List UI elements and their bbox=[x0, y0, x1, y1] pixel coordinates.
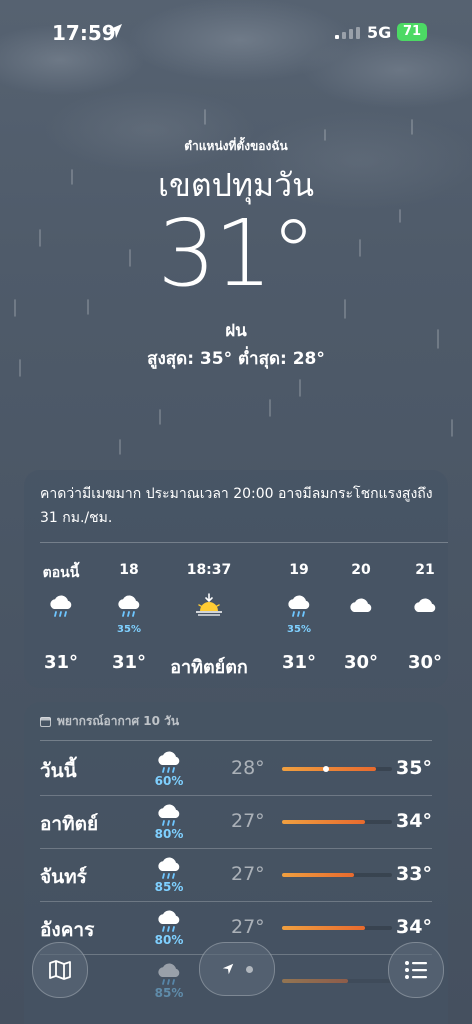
location-arrow-icon bbox=[222, 963, 233, 975]
hourly-time: 21 bbox=[415, 562, 435, 578]
hourly-item[interactable]: 20 30° bbox=[326, 562, 396, 673]
day-low-temp: 28° bbox=[231, 757, 265, 779]
page-indicator[interactable] bbox=[199, 942, 275, 996]
map-button[interactable] bbox=[32, 942, 88, 998]
list-icon bbox=[405, 961, 427, 979]
day-low-temp: 27° bbox=[231, 863, 265, 885]
hourly-precip bbox=[326, 624, 396, 636]
hourly-icon-wrap bbox=[390, 590, 460, 624]
day-precip: 60% bbox=[154, 774, 184, 788]
day-icon-wrap bbox=[152, 958, 186, 988]
hourly-icon-wrap bbox=[264, 590, 334, 624]
temperature-range-bar bbox=[282, 926, 392, 930]
day-precip: 85% bbox=[154, 986, 184, 1000]
hourly-time: 20 bbox=[351, 562, 371, 578]
hourly-precip bbox=[390, 624, 460, 636]
sunset-icon bbox=[196, 593, 222, 616]
hourly-precip: 35% bbox=[287, 624, 311, 635]
forecast-summary: คาดว่ามีเมฆมาก ประมาณเวลา 20:00 อาจมีลมก… bbox=[40, 486, 433, 526]
locations-list-button[interactable] bbox=[388, 942, 444, 998]
location-arrow-icon bbox=[108, 24, 122, 38]
temperature-range-fill bbox=[282, 979, 348, 983]
current-temp-dot bbox=[323, 766, 329, 772]
day-icon-wrap bbox=[152, 852, 186, 882]
day-icon-wrap bbox=[152, 799, 186, 829]
day-high-temp: 35° bbox=[396, 757, 432, 779]
calendar-icon bbox=[40, 717, 51, 727]
hourly-temp: 31° bbox=[281, 652, 317, 673]
hourly-temp: อาทิตย์ตก bbox=[170, 657, 248, 678]
hourly-time: 18:37 bbox=[186, 562, 232, 578]
cloud-rain-icon bbox=[158, 910, 180, 932]
cloud-rain-icon bbox=[288, 595, 310, 617]
temperature-range-fill bbox=[282, 873, 354, 877]
hourly-temp: 30° bbox=[407, 652, 443, 673]
day-name: วันนี้ bbox=[40, 760, 77, 782]
battery-icon: 71 bbox=[397, 23, 427, 41]
day-icon-wrap bbox=[152, 905, 186, 935]
cloud-rain-icon bbox=[50, 595, 72, 617]
page-dot[interactable] bbox=[245, 965, 253, 973]
day-high-temp: 33° bbox=[396, 863, 432, 885]
day-precip: 80% bbox=[154, 933, 184, 947]
current-temperature: 31° bbox=[157, 200, 316, 307]
hourly-item[interactable]: 18:37 อาทิตย์ตก bbox=[170, 562, 248, 681]
high-low-temperature: สูงสุด: 35° ต่ำสุด: 28° bbox=[147, 349, 325, 369]
hourly-temp: 30° bbox=[343, 652, 379, 673]
temperature-range-bar bbox=[282, 873, 392, 877]
day-high-temp: 34° bbox=[396, 810, 432, 832]
hourly-time: ตอนนี้ bbox=[42, 565, 80, 581]
current-condition: ฝน bbox=[225, 321, 247, 341]
cloud-icon bbox=[414, 598, 436, 612]
ten-day-title-text: พยากรณ์อากาศ 10 วัน bbox=[57, 714, 180, 728]
temperature-range-bar bbox=[282, 820, 392, 824]
hourly-icon-wrap bbox=[174, 590, 244, 624]
daily-row[interactable]: วันนี้ 60% 28° 35° bbox=[24, 742, 448, 794]
battery-level: 71 bbox=[402, 24, 422, 39]
hourly-time: 19 bbox=[289, 562, 309, 578]
hourly-temp: 31° bbox=[43, 652, 79, 673]
daily-row[interactable]: อาทิตย์ 80% 27° 34° bbox=[24, 795, 448, 847]
hourly-icon-wrap bbox=[326, 590, 396, 624]
divider bbox=[40, 740, 432, 741]
temperature-range-bar bbox=[282, 766, 392, 772]
day-precip: 85% bbox=[154, 880, 184, 894]
hourly-item[interactable]: ตอนนี้ 31° bbox=[26, 562, 96, 673]
hourly-precip: 35% bbox=[117, 624, 141, 635]
day-name: จันทร์ bbox=[40, 866, 87, 888]
cloud-rain-icon bbox=[158, 804, 180, 826]
temperature-range-bar bbox=[282, 979, 392, 983]
hourly-precip bbox=[174, 624, 244, 636]
my-location-label: ตำแหน่งที่ตั้งของฉัน bbox=[184, 139, 288, 153]
day-precip: 80% bbox=[154, 827, 184, 841]
hourly-icon-wrap bbox=[94, 590, 164, 624]
hourly-item[interactable]: 21 30° bbox=[390, 562, 460, 673]
hourly-precip bbox=[26, 624, 96, 636]
divider bbox=[40, 542, 448, 543]
temperature-range-fill bbox=[282, 820, 365, 824]
cloud-rain-icon bbox=[158, 751, 180, 773]
ten-day-title: พยากรณ์อากาศ 10 วัน bbox=[40, 712, 179, 731]
cloud-rain-icon bbox=[118, 595, 140, 617]
map-icon bbox=[49, 960, 71, 980]
signal-bars-icon bbox=[335, 27, 360, 39]
network-type: 5G bbox=[367, 23, 392, 42]
hourly-forecast-card[interactable]: คาดว่ามีเมฆมาก ประมาณเวลา 20:00 อาจมีลมก… bbox=[24, 470, 448, 688]
hourly-item[interactable]: 19 35% 31° bbox=[264, 562, 334, 673]
temperature-range-fill bbox=[282, 926, 365, 930]
cloud-icon bbox=[350, 598, 372, 612]
day-high-temp: 34° bbox=[396, 916, 432, 938]
day-name: อาทิตย์ bbox=[40, 813, 99, 835]
status-bar: 17:59 5G 71 bbox=[0, 0, 472, 60]
day-icon-wrap bbox=[152, 746, 186, 776]
hourly-time: 18 bbox=[119, 562, 139, 578]
day-low-temp: 27° bbox=[231, 916, 265, 938]
cloud-rain-icon bbox=[158, 963, 180, 985]
day-low-temp: 27° bbox=[231, 810, 265, 832]
hourly-icon-wrap bbox=[26, 590, 96, 624]
day-name: อังคาร bbox=[40, 919, 95, 941]
cloud-rain-icon bbox=[158, 857, 180, 879]
daily-row[interactable]: จันทร์ 85% 27° 33° bbox=[24, 848, 448, 900]
